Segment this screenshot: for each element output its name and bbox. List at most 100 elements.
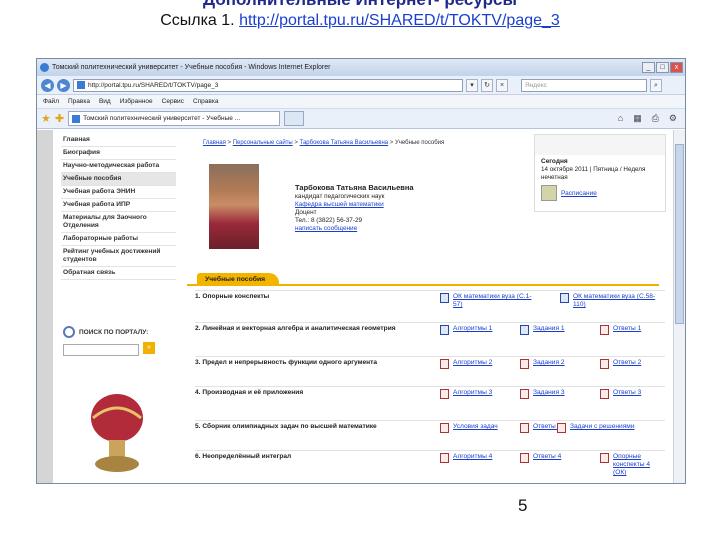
portal-search-button[interactable]: » (143, 342, 155, 354)
search-input[interactable]: Яндекс (521, 78, 647, 92)
menu-help[interactable]: Справка (193, 98, 219, 105)
write-message-link[interactable]: написать сообщение (295, 225, 357, 232)
sidebar-item-feedback[interactable]: Обратная связь (61, 267, 176, 280)
doc-link[interactable]: Задачи с решениями (570, 423, 635, 433)
left-shadow (37, 130, 53, 483)
list-item: Алгоритмы 1 (440, 325, 500, 335)
feeds-icon[interactable]: ▦ (633, 113, 642, 124)
scrollbar-thumb[interactable] (675, 144, 684, 324)
today-panel: Сегодня 14 октября 2011 | Пятница / Неде… (534, 134, 666, 212)
doc-link[interactable]: Ответы 4 (533, 453, 561, 463)
sidebar-item-textbooks[interactable]: Учебные пособия (61, 173, 176, 186)
decorative-egg-image (91, 394, 143, 472)
doc-link[interactable]: Алгоритмы 4 (453, 453, 492, 463)
row-title: 3. Предел и непрерывность функции одного… (195, 359, 377, 366)
sidebar-item-correspondence[interactable]: Материалы для Заочного Отделения (61, 212, 176, 233)
department-link[interactable]: Кафедра высшей математики (295, 201, 384, 208)
pdf-icon (440, 389, 449, 399)
list-item: Задачи с решениями (557, 423, 657, 433)
menu-tools[interactable]: Сервис (162, 98, 184, 105)
url-text: http://portal.tpu.ru/SHARED/t/TOKTV/page… (88, 81, 219, 89)
schedule-link[interactable]: Расписание (561, 190, 597, 197)
slide-subtitle: Ссылка 1. http://portal.tpu.ru/SHARED/t/… (0, 12, 720, 30)
row-title: 2. Линейная и векторная алгебра и аналит… (195, 325, 396, 332)
menu-file[interactable]: Файл (43, 98, 59, 105)
pdf-icon (520, 453, 529, 463)
list-item: Задания 1 (520, 325, 580, 335)
dropdown-icon[interactable]: ▾ (466, 78, 478, 92)
sidebar-item-methodical[interactable]: Научно-методическая работа (61, 160, 176, 173)
doc-link[interactable]: Опорные конспекты 4 (ОК) (613, 453, 660, 477)
list-item: Ответы 3 (600, 389, 660, 399)
doc-link[interactable]: ОК математики вуза (С.58-110) (573, 293, 660, 309)
slide-title: Дополнительные Интернет- ресурсы (0, 0, 720, 10)
breadcrumb-separator: > (225, 140, 233, 146)
back-icon[interactable]: ◀ (41, 78, 54, 92)
menu-view[interactable]: Вид (99, 98, 111, 105)
close-button[interactable]: x (670, 62, 683, 73)
row-title: 1. Опорные конспекты (195, 293, 270, 300)
sidebar-item-ipr[interactable]: Учебная работа ИПР (61, 199, 176, 212)
doc-link[interactable]: Задания 3 (533, 389, 565, 399)
menu-edit[interactable]: Правка (68, 98, 90, 105)
doc-link[interactable]: Задания 1 (533, 325, 565, 335)
doc-link[interactable]: Ответы 1 (613, 325, 641, 335)
doc-link[interactable]: ОК математики вуза (С.1-57) (453, 293, 540, 309)
sidebar-item-home[interactable]: Главная (61, 134, 176, 147)
maximize-button[interactable]: □ (656, 62, 669, 73)
table-row: 5. Сборник олимпиадных задач по высшей м… (195, 420, 665, 448)
doc-link[interactable]: Условия задач (453, 423, 498, 433)
list-item: Опорные конспекты 4 (ОК) (600, 453, 660, 477)
word-doc-icon (440, 293, 449, 303)
portal-search-label: ПОИСК ПО ПОРТАЛУ: (63, 326, 178, 338)
breadcrumb-current: Учебные пособия (394, 140, 445, 146)
doc-link[interactable]: Алгоритмы 3 (453, 389, 492, 399)
magnifier-icon (63, 326, 75, 338)
minimize-button[interactable]: _ (642, 62, 655, 73)
scrollbar[interactable] (673, 130, 685, 483)
section-tab-label[interactable]: Учебные пособия (197, 273, 280, 286)
sidebar-item-labs[interactable]: Лабораторные работы (61, 233, 176, 246)
browser-tab[interactable]: Томский политехнический университет - Уч… (68, 111, 281, 126)
person-name: Тарбокова Татьяна Васильевна (295, 183, 414, 192)
pdf-icon (600, 389, 609, 399)
list-item: Задания 3 (520, 389, 580, 399)
breadcrumb-personal[interactable]: Персональные сайты (233, 140, 293, 146)
doc-link[interactable]: Ответы 2 (613, 359, 641, 369)
url-input[interactable]: http://portal.tpu.ru/SHARED/t/TOKTV/page… (73, 78, 463, 92)
add-favorite-icon[interactable]: ✚ (55, 112, 64, 125)
forward-icon[interactable]: ▶ (57, 78, 70, 92)
person-degree: кандидат педагогических наук (295, 193, 385, 200)
person-info: Тарбокова Татьяна Васильевна кандидат пе… (295, 184, 414, 233)
pdf-icon (600, 453, 609, 463)
sidebar-item-rating[interactable]: Рейтинг учебных достижений студентов (61, 246, 176, 267)
list-item: Ответы 1 (600, 325, 660, 335)
doc-link[interactable]: Алгоритмы 2 (453, 359, 492, 369)
sidebar-item-enin[interactable]: Учебная работа ЭНИН (61, 186, 176, 199)
home-icon[interactable]: ⌂ (618, 113, 623, 124)
page-icon (77, 81, 85, 89)
search-icon[interactable]: ⌕ (650, 78, 662, 92)
doc-link[interactable]: Задания 2 (533, 359, 565, 369)
sidebar-item-biography[interactable]: Биография (61, 147, 176, 160)
favorites-star-icon[interactable]: ★ (41, 112, 51, 125)
doc-link[interactable]: Ответы 3 (613, 389, 641, 399)
breadcrumb-person[interactable]: Тарбокова Татьяна Васильевна (300, 140, 389, 146)
row-title: 4. Производная и её приложения (195, 389, 304, 396)
print-icon[interactable]: ⎙ (652, 113, 659, 124)
page-content: Главная Биография Научно-методическая ра… (37, 130, 685, 483)
tools-gear-icon[interactable]: ⚙ (669, 113, 677, 124)
browser-window: Томский политехнический университет - Уч… (36, 58, 686, 484)
menu-bar: Файл Правка Вид Избранное Сервис Справка (37, 95, 685, 109)
pdf-icon (520, 389, 529, 399)
portal-search-input[interactable] (63, 344, 139, 356)
person-position: Доцент (295, 209, 317, 216)
new-tab-button[interactable] (284, 111, 305, 126)
stop-icon[interactable]: × (496, 78, 508, 92)
doc-link[interactable]: Алгоритмы 1 (453, 325, 492, 335)
subtitle-link[interactable]: http://portal.tpu.ru/SHARED/t/TOKTV/page… (239, 12, 560, 29)
table-row: 2. Линейная и векторная алгебра и аналит… (195, 322, 665, 354)
menu-favorites[interactable]: Избранное (120, 98, 153, 105)
breadcrumb-home[interactable]: Главная (203, 140, 226, 146)
refresh-icon[interactable]: ↻ (481, 78, 493, 92)
